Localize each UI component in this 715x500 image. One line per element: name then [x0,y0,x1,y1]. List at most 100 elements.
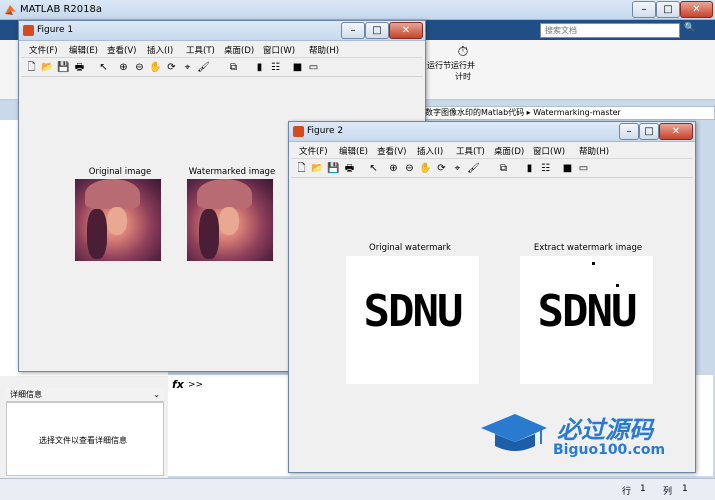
command-prompt: >> [188,380,204,390]
link-icon[interactable]: ⧉ [497,162,510,175]
menu-file[interactable]: 文件(F) [299,145,328,157]
menu-tools[interactable]: 工具(T) [186,44,215,56]
figure-icon [23,25,34,36]
brush-icon[interactable]: 🖌 [197,61,210,74]
menu-insert[interactable]: 插入(I) [147,44,173,56]
minimize-button[interactable]: – [619,123,639,140]
brand-url: Biguo100.com [553,442,666,458]
brand-name: 必过源码 [557,416,653,444]
face-shape [219,207,239,235]
zoom-out-icon[interactable]: ⊖ [403,162,416,175]
save-icon[interactable]: 💾 [57,61,70,74]
watermark-text: SDNU [363,286,464,337]
axes-title-original-image: Original image [88,167,152,177]
menu-view[interactable]: 查看(V) [107,44,136,56]
figure-2-toolbar: 🗋 📂 💾 🖶 ↖ ⊕ ⊖ ✋ ⟳ ⌖ 🖌 ⧉ ▮ ☷ ■ ▭ [291,158,693,178]
col-label: 列 [663,487,673,497]
hide-tools-icon[interactable]: ■ [291,61,304,74]
menu-desktop[interactable]: 桌面(D) [224,44,254,56]
save-icon[interactable]: 💾 [327,162,340,175]
figure-1-menu-bar: 文件(F) 编辑(E) 查看(V) 插入(I) 工具(T) 桌面(D) 窗口(W… [21,41,423,57]
menu-desktop[interactable]: 桌面(D) [494,145,524,157]
maximize-button[interactable]: □ [365,22,389,39]
figure-2-window[interactable]: Figure 2 – □ ✕ 文件(F) 编辑(E) 查看(V) 插入(I) 工… [288,121,696,473]
menu-file[interactable]: 文件(F) [29,44,58,56]
menu-insert[interactable]: 插入(I) [417,145,443,157]
legend-icon[interactable]: ☷ [269,61,282,74]
axes-title-extract-watermark: Extract watermark image [533,243,643,253]
status-bar: 行 1 列 1 [0,478,715,500]
data-cursor-icon[interactable]: ⌖ [451,162,464,175]
menu-edit[interactable]: 编辑(E) [69,44,98,56]
colorbar-icon[interactable]: ▮ [523,162,536,175]
maximize-button[interactable]: □ [639,123,659,140]
figure-icon [293,126,304,137]
maximize-button[interactable]: □ [656,1,680,18]
pan-icon[interactable]: ✋ [149,61,162,74]
pointer-icon[interactable]: ↖ [367,162,380,175]
zoom-in-icon[interactable]: ⊕ [387,162,400,175]
search-input[interactable] [540,23,680,38]
minimize-button[interactable]: – [632,1,656,18]
watermarked-image [187,179,273,261]
legend-icon[interactable]: ☷ [539,162,552,175]
rotate-icon[interactable]: ⟳ [165,61,178,74]
stopwatch-icon: ⏱ [457,44,469,60]
open-folder-icon[interactable]: 📂 [41,61,54,74]
zoom-in-icon[interactable]: ⊕ [117,61,130,74]
menu-window[interactable]: 窗口(W) [263,44,295,56]
hat-shape [85,179,140,209]
run-time-button[interactable]: ⏱ 运行并 计时 [448,44,478,81]
hat-shape [197,179,252,209]
print-icon[interactable]: 🖶 [73,61,86,74]
zoom-out-icon[interactable]: ⊖ [133,61,146,74]
menu-window[interactable]: 窗口(W) [533,145,565,157]
menu-tools[interactable]: 工具(T) [456,145,485,157]
figure-1-title: Figure 1 [37,25,74,35]
colorbar-icon[interactable]: ▮ [253,61,266,74]
dock-icon[interactable]: ▭ [577,162,590,175]
hair-shape [199,209,219,259]
search-icon[interactable]: 🔍 [684,23,696,38]
new-file-icon[interactable]: 🗋 [295,162,308,175]
pan-icon[interactable]: ✋ [419,162,432,175]
figure-2-title: Figure 2 [307,126,344,136]
brand-watermark: 必过源码 Biguo100.com [479,408,694,460]
rotate-icon[interactable]: ⟳ [435,162,448,175]
face-shape [107,207,127,235]
menu-help[interactable]: 帮助(H) [579,145,609,157]
original-image [75,179,161,261]
hide-tools-icon[interactable]: ■ [561,162,574,175]
pointer-icon[interactable]: ↖ [97,61,110,74]
open-folder-icon[interactable]: 📂 [311,162,324,175]
close-button[interactable]: ✕ [389,22,423,39]
app-title: MATLAB R2018a [20,4,103,15]
col-value: 1 [682,484,688,494]
new-file-icon[interactable]: 🗋 [25,61,38,74]
details-header[interactable]: 详细信息 ⌄ [6,388,164,402]
brush-icon[interactable]: 🖌 [467,162,480,175]
axes-title-original-watermark: Original watermark [369,243,451,253]
matlab-logo-icon [5,5,16,15]
noise-dot [592,262,595,265]
print-icon[interactable]: 🖶 [343,162,356,175]
link-icon[interactable]: ⧉ [227,61,240,74]
figure-2-title-bar: Figure 2 – □ ✕ [289,122,695,142]
figure-2-menu-bar: 文件(F) 编辑(E) 查看(V) 插入(I) 工具(T) 桌面(D) 窗口(W… [291,142,693,158]
hair-shape [87,209,107,259]
menu-edit[interactable]: 编辑(E) [339,145,368,157]
minimize-button[interactable]: – [341,22,365,39]
matlab-title-bar: MATLAB R2018a – □ ✕ [0,0,715,20]
data-cursor-icon[interactable]: ⌖ [181,61,194,74]
current-folder-path[interactable]: 数字图像水印的Matlab代码 ▸ Watermarking-master [418,106,715,120]
close-button[interactable]: ✕ [659,123,693,140]
figure-1-title-bar: Figure 1 – □ ✕ [19,21,425,41]
menu-view[interactable]: 查看(V) [377,145,406,157]
row-value: 1 [640,484,646,494]
menu-help[interactable]: 帮助(H) [309,44,339,56]
dock-icon[interactable]: ▭ [307,61,320,74]
details-body: 选择文件以查看详细信息 [6,402,164,476]
graduation-cap-icon [481,414,547,451]
fx-icon: fx [172,378,184,391]
close-button[interactable]: ✕ [680,1,713,18]
